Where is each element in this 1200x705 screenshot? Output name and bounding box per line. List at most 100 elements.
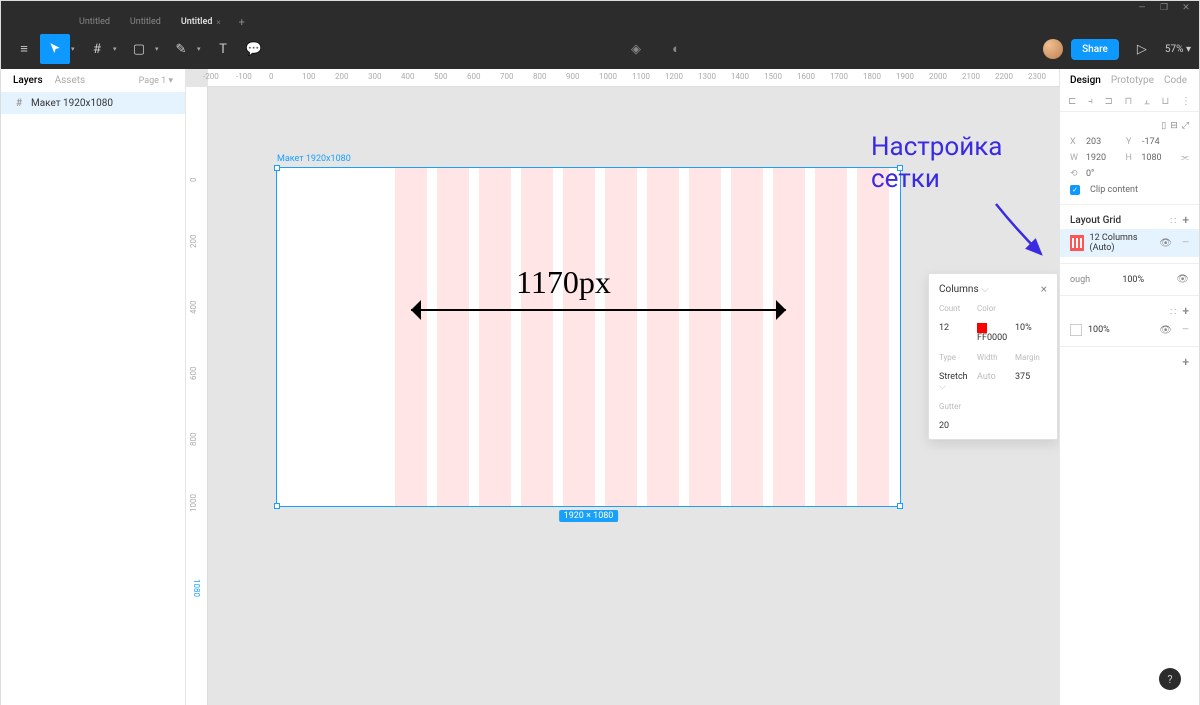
os-titlebar: — ❐ ✕	[1, 1, 1199, 15]
x-input[interactable]: 203	[1086, 137, 1120, 147]
present-button[interactable]: ▷	[1127, 34, 1157, 64]
layer-row[interactable]: # Макет 1920х1080	[1, 92, 185, 114]
os-maximize-button[interactable]: ❐	[1159, 3, 1169, 13]
rotation-input[interactable]: 0°	[1086, 169, 1120, 179]
add-fill-button[interactable]: +	[1182, 304, 1189, 318]
resize-icon[interactable]: ⤢	[1182, 121, 1189, 131]
align-icons[interactable]: ⊏⫞⊐⊓⫠⊔⋮	[1060, 92, 1199, 111]
align-right-icon: ⊐	[1105, 96, 1113, 107]
align-bottom-icon: ⊔	[1162, 96, 1170, 107]
fill-swatch[interactable]	[1070, 324, 1082, 336]
w-input[interactable]: 1920	[1086, 153, 1120, 163]
ruler-vertical[interactable]: 02004006008001000	[186, 87, 208, 705]
color-input[interactable]: FF0000	[977, 323, 1009, 343]
type-select[interactable]: Stretch ⌵	[939, 372, 971, 392]
link-icon[interactable]: ⫘	[1181, 153, 1189, 163]
close-icon[interactable]: ×	[216, 18, 220, 27]
align-top-icon: ⊓	[1125, 96, 1133, 107]
canvas[interactable]: -200-10001002003004005006007008009001000…	[186, 69, 1059, 705]
tab-assets[interactable]: Assets	[55, 75, 86, 86]
text-tool[interactable]: T	[208, 34, 238, 64]
count-input[interactable]: 12	[939, 323, 971, 343]
columns-settings-popup: Columns ⌵ × Count Color 12 FF0000 10% Ty…	[928, 273, 1058, 440]
close-icon[interactable]: ×	[1041, 282, 1047, 296]
chevron-down-icon[interactable]: ▾	[155, 45, 165, 53]
annotation-pointer-arrow	[991, 199, 1051, 269]
comment-tool[interactable]: 💬	[239, 34, 269, 64]
y-input[interactable]: -174	[1142, 137, 1176, 147]
visibility-icon[interactable]: 👁	[1176, 274, 1189, 285]
clip-content-label: Clip content	[1090, 185, 1138, 195]
ruler-horizontal[interactable]: -200-10001002003004005006007008009001000…	[208, 69, 1059, 87]
layers-panel: Layers Assets Page 1 ▾ # Макет 1920х1080	[1, 69, 186, 705]
move-tool[interactable]	[40, 34, 70, 64]
gutter-label: Gutter	[939, 402, 1047, 411]
toolbar: ≡ ▾ # ▾ ▢ ▾ ✎ ▾ T 💬 ◈ ◐ Share ▷ 57% ▾	[1, 29, 1199, 69]
margin-label: Margin	[1015, 353, 1047, 362]
avatar[interactable]	[1043, 39, 1063, 59]
add-stroke-button[interactable]: +	[1182, 355, 1189, 369]
visibility-icon[interactable]: 👁	[1159, 238, 1172, 249]
count-label: Count	[939, 304, 971, 313]
layer-name: Макет 1920х1080	[31, 98, 113, 109]
chevron-down-icon[interactable]: ▾	[197, 45, 207, 53]
zoom-level[interactable]: 57% ▾	[1165, 44, 1191, 55]
frame-preset-icon[interactable]: ▯	[1161, 121, 1166, 131]
visibility-icon[interactable]: 👁	[1159, 325, 1172, 336]
chevron-down-icon[interactable]: ▾	[113, 45, 123, 53]
add-tab-button[interactable]: +	[233, 16, 251, 29]
tab-code[interactable]: Code	[1164, 75, 1187, 86]
frame-label: Макет 1920х1080	[277, 154, 351, 164]
add-layout-grid-button[interactable]: +	[1182, 213, 1189, 227]
clip-content-checkbox[interactable]: ✓	[1070, 185, 1080, 195]
annotation-arrow	[411, 309, 786, 311]
rotation-icon: ⟲	[1070, 169, 1080, 179]
menu-button[interactable]: ≡	[9, 34, 39, 64]
distribute-icon: ⋮	[1181, 96, 1191, 107]
frame-dimensions: 1920 × 1080	[559, 510, 619, 522]
opacity-input[interactable]: 100%	[1122, 275, 1144, 285]
align-center-icon: ⫞	[1088, 96, 1093, 107]
tab-prototype[interactable]: Prototype	[1111, 75, 1154, 86]
orientation-icon[interactable]: ⊟	[1170, 121, 1178, 131]
frame-tool[interactable]: #	[82, 34, 112, 64]
document-tab[interactable]: Untitled	[122, 17, 169, 27]
document-tab-active[interactable]: Untitled×	[173, 17, 229, 27]
columns-icon[interactable]	[1070, 235, 1084, 251]
selected-frame[interactable]: Макет 1920х1080 1920 × 1080	[276, 167, 901, 507]
component-icon[interactable]: ◈	[621, 34, 651, 64]
layout-grid-overlay	[395, 168, 889, 506]
annotation-overlay-text: Настройкасетки	[871, 131, 1002, 195]
ruler-v-hl: 1080	[186, 579, 201, 597]
help-button[interactable]: ?	[1159, 668, 1181, 690]
layout-grid-item[interactable]: 12 Columns (Auto) 👁 —	[1060, 229, 1199, 257]
blend-mode-select[interactable]: ough	[1070, 275, 1090, 285]
grid-styles-icon[interactable]: ∷	[1170, 216, 1176, 227]
chevron-down-icon[interactable]: ▾	[71, 45, 81, 53]
remove-icon[interactable]: —	[1182, 238, 1189, 248]
os-minimize-button[interactable]: —	[1137, 3, 1147, 13]
mask-icon[interactable]: ◐	[661, 34, 691, 64]
remove-icon[interactable]: —	[1182, 325, 1189, 335]
margin-input[interactable]: 375	[1015, 372, 1047, 392]
opacity-input[interactable]: 10%	[1015, 323, 1047, 343]
pen-tool[interactable]: ✎	[166, 34, 196, 64]
os-close-button[interactable]: ✕	[1181, 3, 1191, 13]
fill-row[interactable]: 100% 👁 —	[1060, 320, 1199, 340]
width-input[interactable]: Auto	[977, 372, 1009, 392]
color-label: Color	[977, 304, 1047, 313]
layout-grid-section: Layout Grid	[1070, 215, 1121, 226]
design-panel: Design Prototype Code ⊏⫞⊐⊓⫠⊔⋮ ▯ ⊟ ⤢ X203…	[1059, 69, 1199, 705]
annotation-width-text: 1170px	[516, 264, 611, 301]
document-tab[interactable]: Untitled	[71, 17, 118, 27]
gutter-input[interactable]: 20	[939, 421, 1047, 431]
share-button[interactable]: Share	[1071, 39, 1119, 60]
shape-tool[interactable]: ▢	[124, 34, 154, 64]
align-middle-icon: ⫠	[1144, 96, 1150, 107]
h-input[interactable]: 1080	[1141, 153, 1175, 163]
document-tabs: Untitled Untitled Untitled× +	[1, 15, 1199, 29]
styles-icon[interactable]: ∷	[1170, 307, 1176, 318]
page-selector[interactable]: Page 1 ▾	[139, 76, 173, 86]
tab-design[interactable]: Design	[1070, 75, 1101, 86]
tab-layers[interactable]: Layers	[13, 75, 43, 86]
